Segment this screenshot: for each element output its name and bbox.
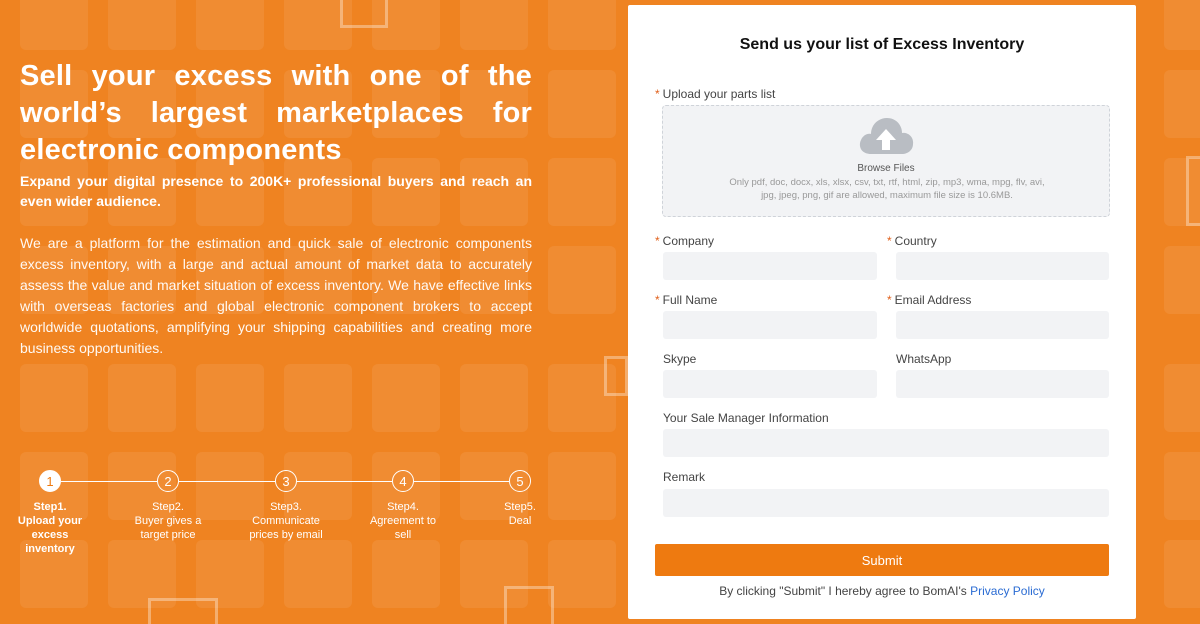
privacy-policy-link[interactable]: Privacy Policy: [970, 584, 1045, 598]
background-tile: [460, 364, 528, 432]
email-label: * Email Address: [887, 293, 971, 307]
background-tile: [108, 0, 176, 50]
background-tile: [108, 364, 176, 432]
step-number-circle: 2: [157, 470, 179, 492]
step-number-circle: 3: [275, 470, 297, 492]
email-label-text: Email Address: [894, 293, 972, 307]
step-number-circle: 5: [509, 470, 531, 492]
sale-manager-label: Your Sale Manager Information: [663, 411, 829, 425]
background-outline-square: [604, 356, 628, 396]
whatsapp-label: WhatsApp: [896, 352, 952, 366]
required-mark: *: [887, 234, 892, 248]
remark-input[interactable]: [663, 489, 1109, 517]
upload-label-text: Upload your parts list: [662, 87, 776, 101]
background-tile: [548, 246, 616, 314]
full-name-label-text: Full Name: [662, 293, 718, 307]
step-number-circle: 1: [39, 470, 61, 492]
browse-files-button[interactable]: Browse Files: [663, 163, 1109, 174]
company-input[interactable]: [663, 252, 877, 280]
step-label: Step5. Deal: [504, 501, 536, 527]
background-outline-square: [340, 0, 388, 28]
full-name-input[interactable]: [663, 311, 877, 339]
background-tile: [196, 0, 264, 50]
background-tile: [548, 158, 616, 226]
inventory-form-panel: Send us your list of Excess Inventory * U…: [628, 5, 1136, 619]
country-input[interactable]: [896, 252, 1109, 280]
background-tile: [20, 364, 88, 432]
background-tile: [548, 0, 616, 50]
background-tile: [1164, 0, 1200, 50]
step-label: Step2. Buyer gives a target price: [134, 501, 202, 541]
remark-label: Remark: [663, 470, 706, 484]
required-mark: *: [887, 293, 892, 307]
background-tile: [1164, 70, 1200, 138]
company-label-text: Company: [662, 234, 715, 248]
background-tile: [548, 70, 616, 138]
agreement-text: By clicking "Submit" I hereby agree to B…: [628, 584, 1136, 598]
process-steps: 1 Step1. Upload your excess inventory 2 Ste…: [0, 470, 580, 580]
required-mark: *: [655, 87, 660, 101]
cloud-upload-icon: [859, 118, 914, 154]
step-number-circle: 4: [392, 470, 414, 492]
background-tile: [284, 364, 352, 432]
hero-section: Sell your excess with one of the world’s…: [20, 58, 532, 359]
required-mark: *: [655, 293, 660, 307]
background-tile: [1164, 452, 1200, 520]
step-label: Step3. Communicate prices by email: [249, 501, 323, 541]
submit-button[interactable]: Submit: [655, 544, 1109, 576]
background-tile: [196, 364, 264, 432]
background-outline-square: [148, 598, 218, 624]
hero-subheadline: Expand your digital presence to 200K+ pr…: [20, 173, 532, 209]
background-outline-square: [504, 586, 554, 624]
background-tile: [372, 364, 440, 432]
upload-label: * Upload your parts list: [655, 87, 775, 101]
background-tile: [20, 0, 88, 50]
file-upload-dropzone[interactable]: Browse Files Only pdf, doc, docx, xls, x…: [662, 105, 1110, 217]
background-tile: [460, 0, 528, 50]
sale-manager-input[interactable]: [663, 429, 1109, 457]
step-connector-line: [297, 481, 392, 482]
required-mark: *: [655, 234, 660, 248]
email-input[interactable]: [896, 311, 1109, 339]
step-label: Step1. Upload your excess inventory: [17, 501, 83, 555]
form-title: Send us your list of Excess Inventory: [739, 36, 1025, 53]
background-tile: [1164, 246, 1200, 314]
agreement-text-body: By clicking "Submit" I hereby agree to B…: [719, 584, 967, 598]
step-label: Step4. Agreement to sell: [369, 501, 437, 541]
full-name-label: * Full Name: [655, 293, 717, 307]
whatsapp-input[interactable]: [896, 370, 1109, 398]
step-connector-line: [414, 481, 509, 482]
step-connector-line: [179, 481, 275, 482]
background-tile: [1164, 540, 1200, 608]
skype-input[interactable]: [663, 370, 877, 398]
country-label-text: Country: [894, 234, 937, 248]
background-outline-square: [1186, 156, 1200, 226]
country-label: * Country: [887, 234, 937, 248]
upload-allowed-types-note: Only pdf, doc, docx, xls, xlsx, csv, txt…: [729, 177, 1045, 201]
background-tile: [1164, 364, 1200, 432]
company-label: * Company: [655, 234, 714, 248]
skype-label: Skype: [663, 352, 697, 366]
hero-description: We are a platform for the estimation and…: [20, 235, 532, 356]
hero-headline: Sell your excess with one of the world’s…: [20, 60, 532, 166]
step-connector-line: [61, 481, 157, 482]
